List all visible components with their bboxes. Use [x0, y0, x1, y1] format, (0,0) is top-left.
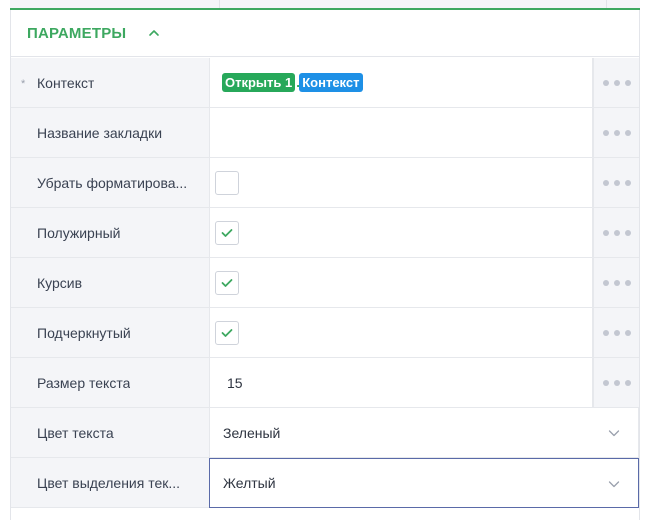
more-dots-icon	[602, 129, 631, 136]
underline-value-cell	[209, 308, 593, 358]
more-dots-icon	[602, 379, 631, 386]
context-value-field[interactable]: Открыть 1. Контекст	[209, 58, 593, 108]
param-label-cell: Курсив	[11, 258, 209, 308]
underline-checkbox[interactable]	[215, 320, 239, 345]
remove-formatting-checkbox[interactable]	[215, 170, 239, 195]
param-label: Подчеркнутый	[37, 324, 131, 341]
text-color-value: Зеленый	[223, 424, 281, 441]
param-label-cell: Убрать форматирова...	[11, 158, 209, 208]
param-label-cell: Название закладки	[11, 108, 209, 158]
row-menu-button[interactable]	[593, 258, 639, 308]
checkmark-icon	[221, 228, 233, 237]
more-dots-icon	[602, 279, 631, 286]
highlight-color-select[interactable]: Желтый	[209, 458, 639, 508]
row-menu-button[interactable]	[593, 208, 639, 258]
previous-row-divider	[606, 0, 607, 8]
checkmark-icon	[221, 328, 233, 337]
chevron-down-icon	[608, 430, 620, 437]
font-size-value: 15	[227, 374, 243, 391]
param-label: Размер текста	[37, 374, 131, 391]
previous-row-label-cell	[10, 0, 220, 8]
row-menu-button[interactable]	[593, 158, 639, 208]
more-dots-icon	[602, 229, 631, 236]
bold-checkbox[interactable]	[215, 220, 239, 245]
text-color-select[interactable]: Зеленый	[209, 408, 639, 458]
param-label-cell: Подчеркнутый	[11, 308, 209, 358]
param-label-cell: Цвет текста	[11, 408, 209, 458]
param-label-cell: Полужирный	[11, 208, 209, 258]
more-dots-icon	[602, 329, 631, 336]
bold-value-cell	[209, 208, 593, 258]
more-dots-icon	[602, 79, 631, 86]
param-row-text-color: Цвет текста Зеленый	[11, 408, 639, 458]
remove-formatting-value-cell	[209, 158, 593, 208]
chevron-down-icon	[608, 481, 620, 488]
param-label: Курсив	[37, 274, 83, 291]
row-menu-button[interactable]	[593, 308, 639, 358]
bookmark-name-input[interactable]	[209, 108, 593, 158]
row-menu-button[interactable]	[593, 358, 639, 408]
param-label-cell: Размер текста	[11, 358, 209, 408]
param-row-highlight-color: Цвет выделения тек... Желтый	[11, 458, 639, 508]
italic-value-cell	[209, 258, 593, 308]
context-chip-open[interactable]: Открыть 1	[222, 73, 296, 92]
param-label: Контекст	[37, 74, 95, 91]
font-size-input[interactable]: 15	[209, 358, 593, 408]
param-row-underline: Подчеркнутый	[11, 308, 639, 358]
param-label-cell: Цвет выделения тек...	[11, 458, 209, 508]
previous-section-edge	[10, 0, 640, 10]
param-label: Полужирный	[37, 224, 121, 241]
row-menu-button[interactable]	[593, 58, 639, 108]
chip-separator: .	[296, 75, 300, 90]
chevron-up-icon[interactable]	[148, 27, 160, 39]
more-dots-icon	[602, 179, 631, 186]
param-label: Название закладки	[37, 124, 163, 141]
context-chip-context[interactable]: Контекст	[299, 73, 363, 92]
required-marker: *	[21, 78, 26, 90]
param-row-italic: Курсив	[11, 258, 639, 308]
param-row-font-size: Размер текста 15	[11, 358, 639, 408]
param-row-remove-formatting: Убрать форматирова...	[11, 158, 639, 208]
param-row-bold: Полужирный	[11, 208, 639, 258]
param-label-cell: * Контекст	[11, 58, 209, 108]
row-menu-button[interactable]	[593, 108, 639, 158]
param-label: Цвет выделения тек...	[37, 474, 181, 491]
section-header-parameters[interactable]: ПАРАМЕТРЫ	[11, 10, 639, 57]
param-label: Цвет текста	[37, 424, 114, 441]
highlight-color-value: Желтый	[223, 475, 276, 491]
italic-checkbox[interactable]	[215, 270, 239, 295]
checkmark-icon	[221, 278, 233, 287]
param-row-context: * Контекст Открыть 1. Контекст	[11, 58, 639, 108]
param-row-bookmark-name: Название закладки	[11, 108, 639, 158]
parameters-panel: ПАРАМЕТРЫ * Контекст Открыть 1. Контекст …	[10, 10, 640, 520]
param-label: Убрать форматирова...	[37, 174, 188, 191]
section-title: ПАРАМЕТРЫ	[27, 24, 127, 42]
